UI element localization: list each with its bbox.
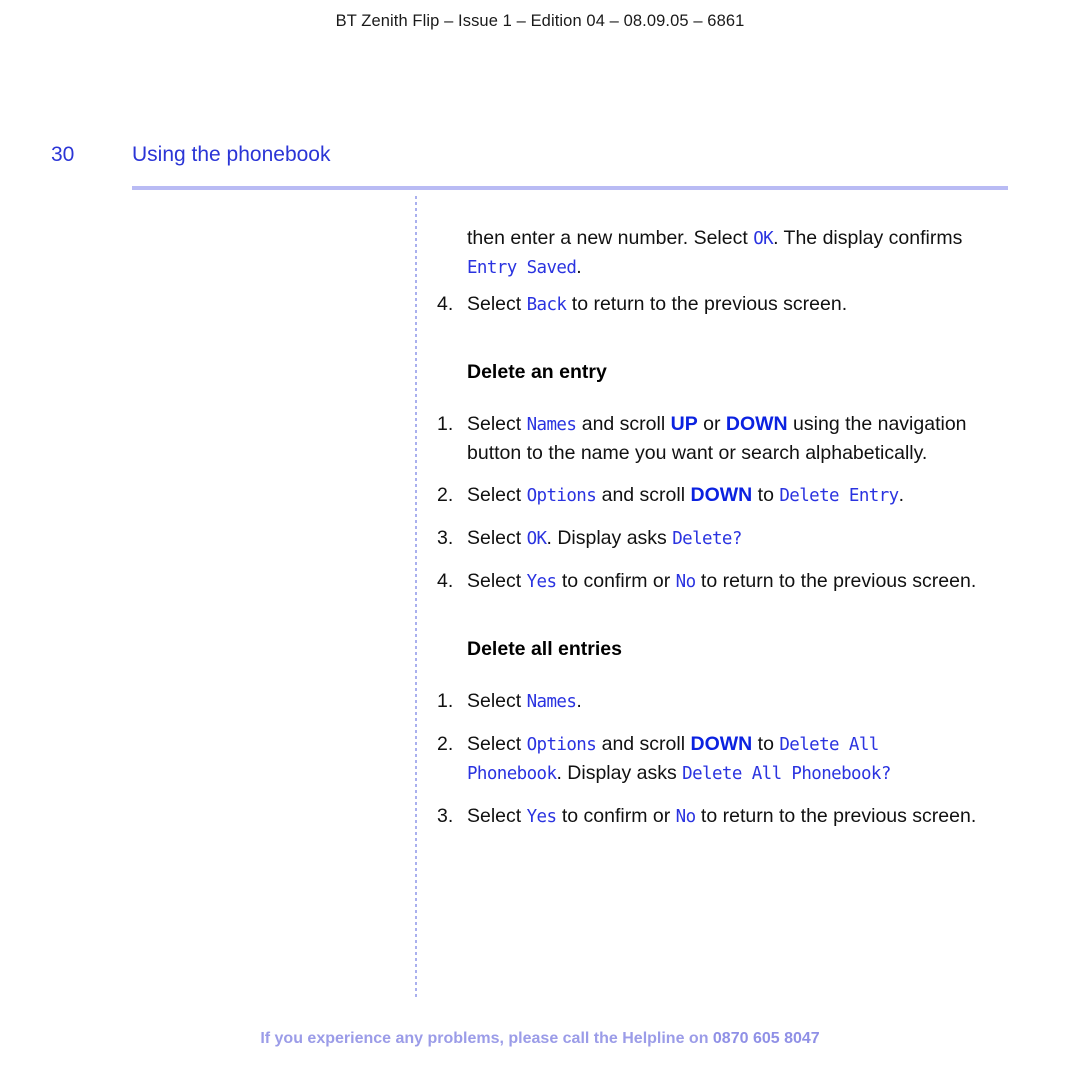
list-item: 2. Select Options and scroll DOWN to Dele… xyxy=(437,481,982,510)
lcd-label-options: Options xyxy=(526,486,597,506)
list-item: 3. Select OK. Display asks Delete? xyxy=(437,524,982,553)
lcd-label-options: Options xyxy=(526,735,597,755)
list-item-number: 2. xyxy=(437,733,454,755)
list-item-part3: to return to the previous screen. xyxy=(695,805,977,827)
key-label-up: UP xyxy=(670,413,698,435)
list-item-part4: . xyxy=(898,484,904,506)
list-item: 4. Select Back to return to the previous … xyxy=(437,290,982,319)
list-item-number: 3. xyxy=(437,527,454,549)
list-item-part1: Select xyxy=(467,484,527,506)
list-item-part3: to xyxy=(752,733,780,755)
list-item-part3: to return to the previous screen. xyxy=(695,570,977,592)
lcd-label-delete-entry: Delete Entry xyxy=(779,486,899,506)
section-heading-delete-all-entries: Delete all entries xyxy=(467,638,622,660)
page-heading-row: 30 Using the phonebook xyxy=(0,143,1080,177)
footer-helpline-number: 0870 605 8047 xyxy=(712,1030,820,1047)
lcd-label-names: Names xyxy=(526,692,577,712)
lcd-label-delete-all-phonebook-question: Delete All Phonebook? xyxy=(682,764,891,784)
page-title: Using the phonebook xyxy=(132,143,331,166)
list-item: 1. Select Names and scroll UP or DOWN usi… xyxy=(437,410,982,467)
list-item-number: 1. xyxy=(437,413,454,435)
list-item-part1: Select xyxy=(467,690,527,712)
list-item-part3: to xyxy=(752,484,780,506)
list-item-part1: Select xyxy=(467,293,527,315)
heading-spacer xyxy=(437,661,982,687)
lcd-label-no: No xyxy=(675,572,696,592)
list-item-part1: Select xyxy=(467,413,527,435)
lcd-label-no: No xyxy=(675,807,696,827)
list-item-part2: and scroll xyxy=(576,413,671,435)
header-rule xyxy=(132,186,1008,190)
list-item-number: 4. xyxy=(437,570,454,592)
list-item-number: 3. xyxy=(437,805,454,827)
lcd-label-delete-question: Delete? xyxy=(672,529,742,549)
list-item-part1: Select xyxy=(467,733,527,755)
list-item-number: 1. xyxy=(437,690,454,712)
section-heading-delete-an-entry: Delete an entry xyxy=(467,361,607,383)
lcd-label-back: Back xyxy=(526,295,567,315)
list-item-part3: or xyxy=(697,413,726,435)
footer-helpline-text: If you experience any problems, please c… xyxy=(260,1030,713,1047)
list-item-part2: and scroll xyxy=(596,484,691,506)
continued-step-list: 4. Select Back to return to the previous … xyxy=(437,290,982,319)
steps-delete-all-entries: 1. Select Names. 2. Select Options and scr… xyxy=(437,687,982,831)
lcd-label-names: Names xyxy=(526,415,577,435)
list-item-part2: to confirm or xyxy=(556,570,676,592)
list-item-part2: to confirm or xyxy=(556,805,676,827)
lcd-label-ok: OK xyxy=(753,229,774,249)
lcd-label-yes: Yes xyxy=(526,572,557,592)
list-item-part2: . xyxy=(576,690,582,712)
key-label-down: DOWN xyxy=(725,413,788,435)
list-item-part2: and scroll xyxy=(596,733,691,755)
lcd-label-entry-saved: Entry Saved xyxy=(467,258,577,278)
continued-paragraph: then enter a new number. Select OK. The … xyxy=(437,224,982,282)
paragraph-text-part2: . The display confirms xyxy=(773,227,963,249)
list-item-part1: Select xyxy=(467,570,527,592)
paragraph-text-part1: then enter a new number. Select xyxy=(467,227,754,249)
list-item-part2: to return to the previous screen. xyxy=(566,293,848,315)
list-item: 2. Select Options and scroll DOWN to Dele… xyxy=(437,730,982,788)
steps-delete-an-entry: 1. Select Names and scroll UP or DOWN usi… xyxy=(437,410,982,596)
list-item: 1. Select Names. xyxy=(437,687,982,716)
column-divider xyxy=(415,196,417,998)
lcd-label-yes: Yes xyxy=(526,807,557,827)
list-item: 4. Select Yes to confirm or No to return … xyxy=(437,567,982,596)
page-footer: If you experience any problems, please c… xyxy=(0,1030,1080,1048)
key-label-down: DOWN xyxy=(690,484,753,506)
running-header: BT Zenith Flip – Issue 1 – Edition 04 – … xyxy=(335,12,745,30)
list-item-number: 4. xyxy=(437,293,454,315)
main-content: then enter a new number. Select OK. The … xyxy=(437,224,982,831)
list-item-part1: Select xyxy=(467,805,527,827)
list-item-part2: . Display asks xyxy=(546,527,673,549)
paragraph-text-part3: . xyxy=(576,256,582,278)
page-number: 30 xyxy=(51,143,75,166)
lcd-label-ok: OK xyxy=(526,529,547,549)
list-item-part4: . Display asks xyxy=(556,762,683,784)
key-label-down: DOWN xyxy=(690,733,753,755)
heading-spacer xyxy=(437,384,982,410)
list-item-part1: Select xyxy=(467,527,527,549)
list-item-number: 2. xyxy=(437,484,454,506)
list-item: 3. Select Yes to confirm or No to return … xyxy=(437,802,982,831)
